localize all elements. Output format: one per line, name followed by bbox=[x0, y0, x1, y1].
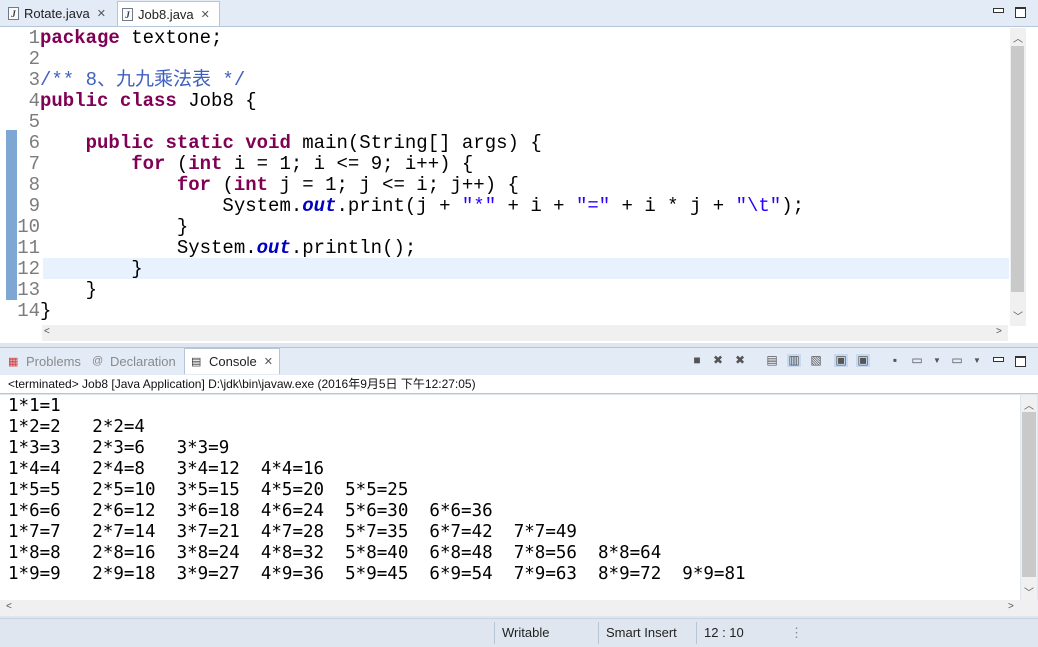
scroll-left-icon[interactable]: < bbox=[6, 601, 12, 612]
remove-launch-icon[interactable]: ✖ bbox=[711, 354, 725, 367]
console-output-line: 1*5=5 2*5=10 3*5=15 4*5=20 5*5=25 bbox=[8, 480, 409, 500]
scroll-up-icon[interactable]: ︿ bbox=[1024, 397, 1034, 412]
code-line: 14} bbox=[17, 300, 52, 322]
maximize-icon[interactable] bbox=[1015, 7, 1026, 18]
word-wrap-icon[interactable]: ▧ bbox=[809, 354, 823, 367]
code-line: 5 bbox=[28, 111, 40, 133]
tab-console[interactable]: ▤ Console ✕ bbox=[184, 348, 280, 374]
code-line: 4public class Job8 { bbox=[28, 90, 257, 112]
clear-console-icon[interactable]: ▤ bbox=[765, 354, 779, 367]
code-line: 10 } bbox=[17, 216, 189, 238]
status-cursor-position: 12 : 10 bbox=[704, 625, 744, 640]
tab-label: Job8.java bbox=[138, 6, 194, 22]
editor-scroll-thumb[interactable] bbox=[1011, 46, 1024, 292]
code-line: 3/** 8、九九乘法表 */ bbox=[28, 69, 246, 91]
code-line: 2 bbox=[28, 48, 40, 70]
chevron-down-icon[interactable]: ▼ bbox=[970, 354, 984, 367]
code-line: 1package textone; bbox=[28, 27, 223, 49]
status-writable: Writable bbox=[502, 625, 550, 640]
code-line: 8 for (int j = 1; j <= i; j++) { bbox=[28, 174, 519, 196]
pin-console-icon[interactable]: ▪ bbox=[888, 354, 902, 367]
tab-label: Console bbox=[209, 354, 257, 369]
tab-label: Rotate.java bbox=[24, 6, 90, 21]
console-output-line: 1*7=7 2*7=14 3*7=21 4*7=28 5*7=35 6*7=42… bbox=[8, 522, 577, 542]
close-icon[interactable]: ✕ bbox=[201, 8, 210, 21]
scroll-left-icon[interactable]: < bbox=[44, 326, 50, 337]
current-line-highlight bbox=[43, 258, 1009, 279]
status-grip-icon: ⋮ bbox=[790, 625, 803, 640]
tab-declaration[interactable]: @ Declaration bbox=[92, 350, 176, 372]
status-insert-mode: Smart Insert bbox=[606, 625, 677, 640]
chevron-down-icon[interactable]: ▼ bbox=[930, 354, 944, 367]
console-output-line: 1*1=1 bbox=[8, 396, 61, 416]
console-horizontal-scrollbar[interactable] bbox=[0, 600, 1038, 616]
code-line: 11 System.out.println(); bbox=[17, 237, 417, 259]
terminate-icon[interactable]: ■ bbox=[690, 354, 704, 367]
status-separator bbox=[696, 622, 697, 644]
java-file-icon: J bbox=[122, 7, 133, 21]
remove-all-launches-icon[interactable]: ✖ bbox=[733, 354, 747, 367]
scroll-down-icon[interactable]: ﹀ bbox=[1013, 308, 1023, 323]
console-output-line: 1*3=3 2*3=6 3*3=9 bbox=[8, 438, 230, 458]
tab-label: Problems bbox=[26, 353, 81, 369]
code-line: 7 for (int i = 1; i <= 9; i++) { bbox=[28, 153, 474, 175]
scroll-right-icon[interactable]: > bbox=[1008, 601, 1014, 612]
tab-job8-java[interactable]: J Job8.java ✕ bbox=[117, 1, 220, 26]
console-output-line: 1*2=2 2*2=4 bbox=[8, 417, 145, 437]
code-line: 9 System.out.print(j + "*" + i + "=" + i… bbox=[28, 195, 804, 217]
tab-problems[interactable]: ▦ Problems bbox=[8, 350, 81, 372]
tab-rotate-java[interactable]: J Rotate.java ✕ bbox=[4, 2, 110, 25]
java-file-icon: J bbox=[8, 7, 19, 20]
scroll-lock-icon[interactable]: ▥ bbox=[787, 354, 801, 367]
editor-horizontal-scrollbar[interactable] bbox=[42, 325, 1008, 341]
minimize-icon[interactable] bbox=[993, 357, 1004, 362]
status-separator bbox=[494, 622, 495, 644]
scroll-up-icon[interactable]: ︿ bbox=[1013, 30, 1023, 45]
close-icon[interactable]: ✕ bbox=[97, 7, 106, 20]
code-line: 12 } bbox=[17, 258, 143, 280]
maximize-icon[interactable] bbox=[1015, 356, 1026, 367]
problems-icon: ▦ bbox=[8, 356, 19, 368]
show-on-stdout-icon[interactable]: ▣ bbox=[834, 354, 848, 367]
code-line: 6 public static void main(String[] args)… bbox=[28, 132, 542, 154]
console-output-line: 1*4=4 2*4=8 3*4=12 4*4=16 bbox=[8, 459, 325, 479]
close-icon[interactable]: ✕ bbox=[264, 355, 273, 368]
scroll-down-icon[interactable]: ﹀ bbox=[1024, 584, 1034, 599]
status-separator bbox=[598, 622, 599, 644]
scroll-right-icon[interactable]: > bbox=[996, 326, 1002, 337]
code-line: 13 } bbox=[17, 279, 98, 301]
minimize-icon[interactable] bbox=[993, 8, 1004, 13]
show-on-stderr-icon[interactable]: ▣ bbox=[856, 354, 870, 367]
open-console-icon[interactable]: ▭ bbox=[950, 354, 964, 367]
declaration-icon: @ bbox=[92, 355, 104, 367]
display-console-icon[interactable]: ▭ bbox=[910, 354, 924, 367]
console-scroll-thumb[interactable] bbox=[1022, 412, 1036, 577]
console-output-line: 1*6=6 2*6=12 3*6=18 4*6=24 5*6=30 6*6=36 bbox=[8, 501, 493, 521]
console-output-line: 1*8=8 2*8=16 3*8=24 4*8=32 5*8=40 6*8=48… bbox=[8, 543, 662, 563]
tab-label: Declaration bbox=[110, 353, 176, 369]
console-launch-description: <terminated> Job8 [Java Application] D:\… bbox=[0, 375, 1038, 394]
console-icon: ▤ bbox=[191, 356, 202, 368]
console-output-line: 1*9=9 2*9=18 3*9=27 4*9=36 5*9=45 6*9=54… bbox=[8, 564, 746, 584]
